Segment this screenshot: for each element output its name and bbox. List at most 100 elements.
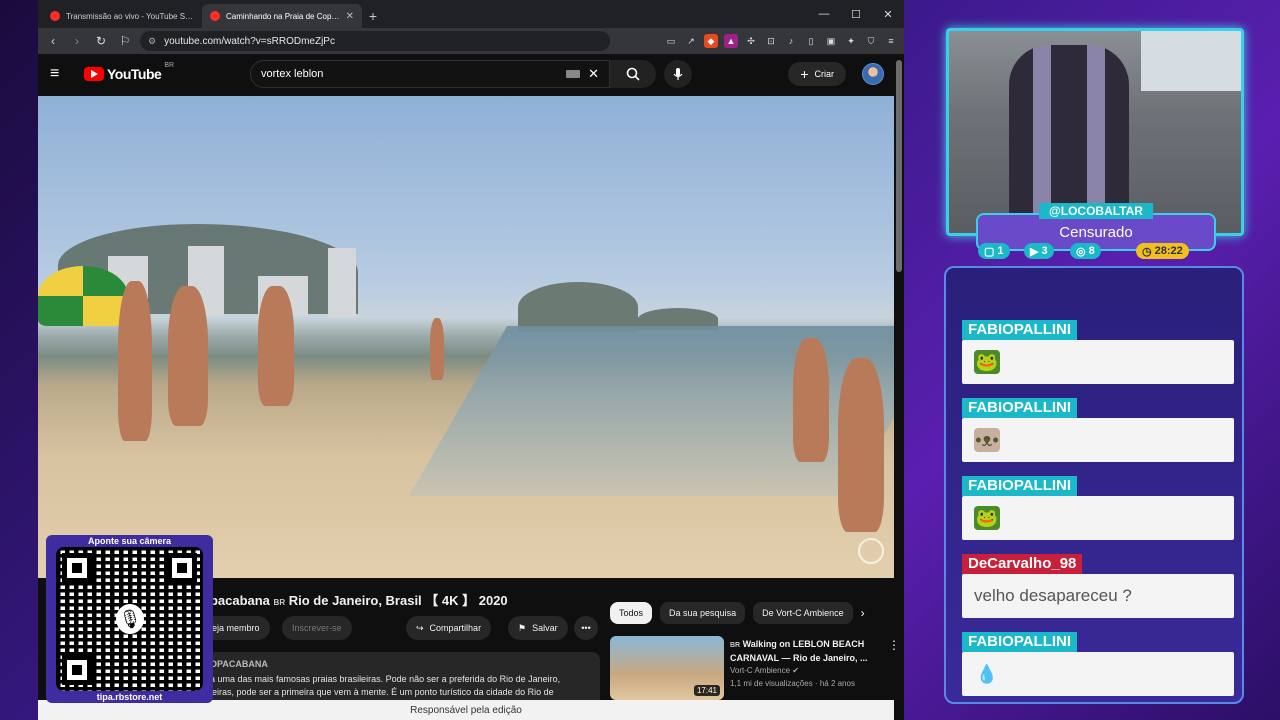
badge-value: 3 <box>1041 245 1048 257</box>
vpn-icon[interactable]: ⛉ <box>864 34 878 48</box>
clock-icon: ◷ <box>1142 245 1152 258</box>
chip-from-search[interactable]: Da sua pesquisa <box>660 602 746 624</box>
recommendation-title[interactable]: BR Walking on LEBLON BEACH CARNAVAL — Ri… <box>730 638 870 664</box>
share-icon[interactable]: ↗ <box>684 34 698 48</box>
recommendation-item[interactable]: 17:41 BR Walking on LEBLON BEACH CARNAVA… <box>610 636 900 702</box>
more-actions-button[interactable]: ••• <box>574 616 598 640</box>
badge-value: 28:22 <box>1154 245 1183 257</box>
reload-icon[interactable]: ↻ <box>92 32 110 50</box>
flag-badge: BR <box>730 642 741 649</box>
bookmark-icon[interactable]: ⚐ <box>116 32 134 50</box>
face-emote-icon: •ᴥ• <box>974 428 1000 452</box>
twitch-icon: ▢ <box>984 245 995 258</box>
recommendation-thumbnail[interactable]: 17:41 <box>610 636 724 700</box>
minimize-icon[interactable]: — <box>808 0 840 28</box>
video-frame-person <box>838 358 884 532</box>
badge-value: 1 <box>997 245 1004 257</box>
badge-value: 8 <box>1088 245 1095 257</box>
new-tab-button[interactable]: + <box>362 4 384 28</box>
forward-icon[interactable]: › <box>68 32 86 50</box>
youtube-icon: ▶ <box>1030 245 1039 258</box>
leo-ai-icon[interactable]: ✦ <box>844 34 858 48</box>
youtube-play-logo-icon <box>84 67 104 81</box>
video-player[interactable] <box>38 96 894 578</box>
recommendation-meta: 1,1 mi de visualizações · há 2 anos <box>730 679 855 688</box>
window-controls: — ☐ ✕ <box>808 0 904 28</box>
chat-username: FABIOPALLINI <box>962 632 1078 652</box>
more-icon: ••• <box>581 623 591 633</box>
url-field[interactable]: ⚙ youtube.com/watch?v=sRRODmeZjPc <box>140 31 610 51</box>
qr-finder-pattern <box>62 553 92 583</box>
chat-username: FABIOPALLINI <box>962 398 1078 418</box>
extension-toolbar: ▭ ↗ ◆ ▲ ✣ ⊡ ♪ ▯ ▣ ✦ ⛉ ≡ <box>664 34 898 48</box>
menu-icon[interactable]: ≡ <box>884 34 898 48</box>
close-tab-icon[interactable]: ✕ <box>346 11 354 22</box>
save-button[interactable]: ⚑ Salvar <box>508 616 568 640</box>
qr-caption-url: tipa.rbstore.net <box>96 692 163 702</box>
chat-message-body: 💧 <box>962 652 1234 696</box>
maximize-icon[interactable]: ☐ <box>840 0 872 28</box>
chat-message: FABIOPALLINI 🐸 <box>962 476 1234 540</box>
chat-username: FABIOPALLINI <box>962 476 1078 496</box>
search-button[interactable] <box>610 60 656 88</box>
cast-icon[interactable]: ▭ <box>664 34 678 48</box>
region-code: BR <box>164 62 175 69</box>
tab-youtube-studio[interactable]: Transmissão ao vivo - YouTube Studio <box>42 4 202 28</box>
video-title: opacabana BR Rio de Janeiro, Brasil 【 4K… <box>202 590 508 609</box>
create-button[interactable]: + Criar <box>788 62 846 86</box>
qr-donation-overlay: Aponte sua câmera 🎙 tipa.rbstore.net <box>46 535 213 703</box>
youtube-viewers-badge: ▶ 3 <box>1024 243 1054 259</box>
account-avatar[interactable] <box>862 63 884 85</box>
tab-title: Transmissão ao vivo - YouTube Studio <box>66 11 194 21</box>
kebab-menu-icon[interactable]: ⋮ <box>888 638 900 652</box>
chevron-right-icon[interactable]: › <box>861 606 865 620</box>
site-settings-icon[interactable]: ⚙ <box>148 36 156 47</box>
page-scrollbar[interactable] <box>896 60 902 272</box>
youtube-studio-favicon-icon <box>50 11 60 21</box>
rewards-icon[interactable]: ▲ <box>724 34 738 48</box>
subscribe-label: Inscrever-se <box>292 623 342 633</box>
description-line: a uma das mais famosas praias brasileira… <box>210 674 561 684</box>
gaming-chair <box>1009 45 1129 225</box>
recommendation-channel[interactable]: Vort-C Ambience ✔ <box>730 666 799 675</box>
youtube-logo[interactable]: YouTube BR <box>84 62 174 82</box>
music-icon[interactable]: ♪ <box>784 34 798 48</box>
sidebar-icon[interactable]: ▯ <box>804 34 818 48</box>
wallet-icon[interactable]: ▣ <box>824 34 838 48</box>
search-value: vortex leblon <box>261 68 324 80</box>
save-label: Salvar <box>532 623 558 633</box>
voice-search-button[interactable] <box>664 60 692 88</box>
share-button[interactable]: ↪ Compartilhar <box>406 616 492 640</box>
video-frame-umbrella <box>38 266 128 326</box>
address-bar: ‹ › ↻ ⚐ ⚙ youtube.com/watch?v=sRRODmeZjP… <box>38 28 904 54</box>
chat-message: FABIOPALLINI 🐸 <box>962 320 1234 384</box>
verified-icon: ✔ <box>792 666 799 675</box>
youtube-favicon-icon <box>210 11 220 21</box>
chip-from-channel[interactable]: De Vort-C Ambience <box>753 602 853 624</box>
close-window-icon[interactable]: ✕ <box>872 0 904 28</box>
chip-all[interactable]: Todos <box>610 602 653 624</box>
share-icon: ↪ <box>416 622 424 633</box>
uptime-badge: ◷ 28:22 <box>1136 243 1189 259</box>
chat-username: DeCarvalho_98 <box>962 554 1083 574</box>
brave-shield-icon[interactable]: ◆ <box>704 34 718 48</box>
description-line: leiras, pode ser a primeira que vem à me… <box>210 687 554 697</box>
subscribe-button[interactable]: Inscrever-se <box>282 616 352 640</box>
chat-message-body: •ᴥ• <box>962 418 1234 462</box>
chat-panel: FABIOPALLINI 🐸 FABIOPALLINI •ᴥ• FABIOPAL… <box>944 266 1244 704</box>
description-channel: OPACABANA <box>210 659 268 669</box>
youtube-logo-text: YouTube <box>107 66 162 82</box>
guide-menu-icon[interactable]: ≡ <box>50 65 72 83</box>
search-input[interactable]: vortex leblon ✕ <box>250 60 610 88</box>
keyboard-icon[interactable] <box>566 70 581 78</box>
channel-watermark-icon[interactable] <box>858 538 884 564</box>
extensions-icon[interactable]: ✣ <box>744 34 758 48</box>
youtube-header: ≡ YouTube BR vortex leblon ✕ + Criar <box>38 54 904 94</box>
back-icon[interactable]: ‹ <box>44 32 62 50</box>
tab-copacabana-video[interactable]: Caminhando na Praia de Copacabana ✕ <box>202 4 362 28</box>
clear-search-icon[interactable]: ✕ <box>588 66 599 82</box>
stream-status-text: Censurado <box>1059 224 1133 241</box>
recommendation-title-text: Walking on LEBLON BEACH CARNAVAL — Rio d… <box>730 639 868 663</box>
search-bar: vortex leblon ✕ <box>250 60 692 88</box>
screenshot-icon[interactable]: ⊡ <box>764 34 778 48</box>
